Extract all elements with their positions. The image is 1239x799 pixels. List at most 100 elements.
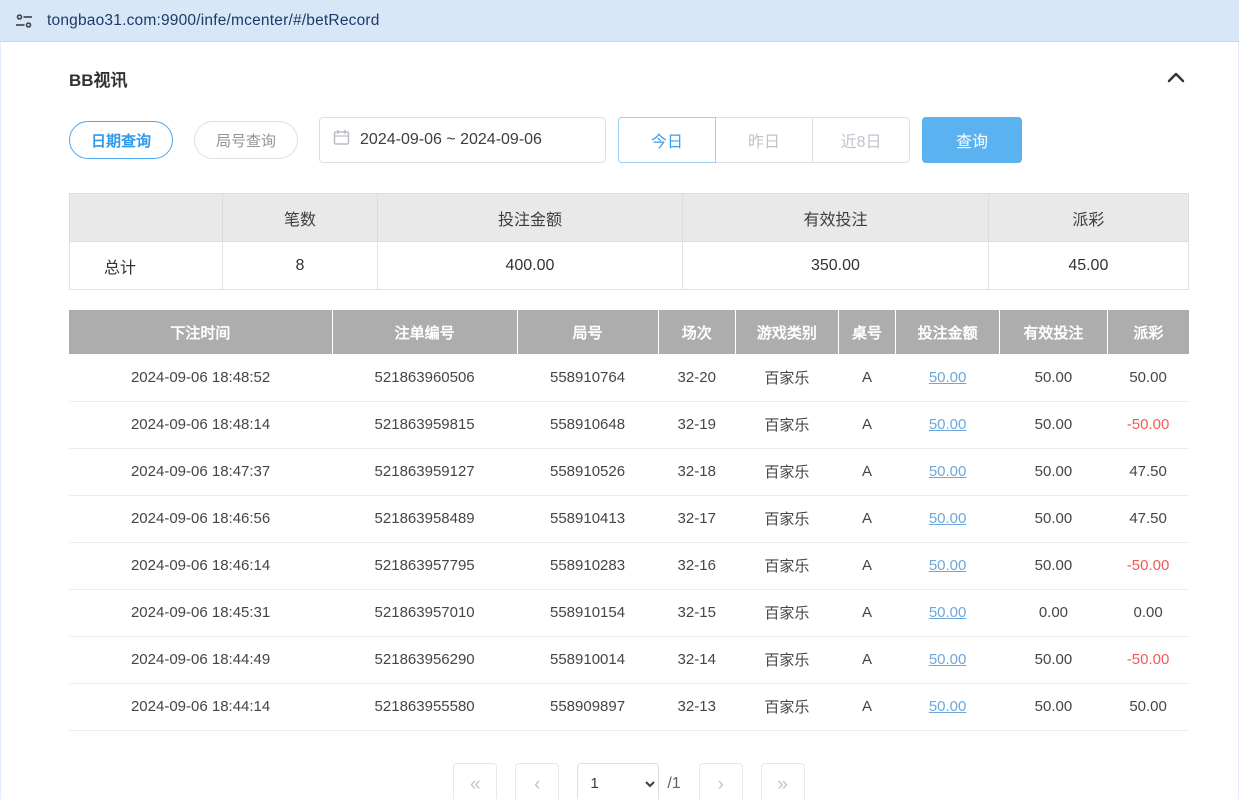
bet-table-header-cell: 局号 [517, 310, 658, 354]
first-page-button[interactable]: « [453, 763, 497, 799]
summary-total-row: 总计 8 400.00 350.00 45.00 [70, 242, 1189, 290]
yesterday-button[interactable]: 昨日 [715, 117, 813, 163]
bet-amount-link[interactable]: 50.00 [929, 510, 967, 527]
table-row: 2024-09-06 18:45:31521863957010558910154… [69, 589, 1189, 636]
payout-cell: 0.00 [1107, 589, 1189, 636]
session-cell: 32-17 [658, 495, 735, 542]
bet-table-header-row: 下注时间注单编号局号场次游戏类别桌号投注金额有效投注派彩 [69, 310, 1189, 354]
payout-cell: -50.00 [1107, 636, 1189, 683]
last-page-button[interactable]: » [761, 763, 805, 799]
bet-amount-link[interactable]: 50.00 [929, 604, 967, 621]
round-id-cell: 558910154 [517, 589, 658, 636]
round-id-cell: 558909897 [517, 683, 658, 730]
bet-time-cell: 2024-09-06 18:47:37 [69, 448, 332, 495]
bet-record-panel: BB视讯 日期查询 局号查询 2024-09-06 ~ 2024-09-06 [0, 42, 1239, 799]
bet-table-header-cell: 注单编号 [332, 310, 517, 354]
today-button[interactable]: 今日 [618, 117, 716, 163]
bet-table-header-cell: 游戏类别 [735, 310, 838, 354]
bet-table-header-cell: 有效投注 [1000, 310, 1108, 354]
valid-bet-cell: 50.00 [1000, 683, 1108, 730]
next-page-button[interactable]: › [699, 763, 743, 799]
panel-header: BB视讯 [69, 66, 1189, 91]
payout-cell: 50.00 [1107, 683, 1189, 730]
bet-amount-cell: 50.00 [896, 448, 1000, 495]
payout-cell: -50.00 [1107, 542, 1189, 589]
bet-amount-link[interactable]: 50.00 [929, 651, 967, 668]
bet-time-cell: 2024-09-06 18:48:52 [69, 354, 332, 401]
game-type-cell: 百家乐 [735, 495, 838, 542]
session-cell: 32-19 [658, 401, 735, 448]
game-type-cell: 百家乐 [735, 683, 838, 730]
date-range-picker[interactable]: 2024-09-06 ~ 2024-09-06 [319, 117, 606, 163]
round-id-cell: 558910764 [517, 354, 658, 401]
date-query-tab[interactable]: 日期查询 [69, 121, 173, 159]
last-8-days-button[interactable]: 近8日 [812, 117, 910, 163]
order-id-cell: 521863960506 [332, 354, 517, 401]
chevron-up-icon [1167, 71, 1185, 86]
round-id-cell: 558910413 [517, 495, 658, 542]
bet-amount-link[interactable]: 50.00 [929, 463, 967, 480]
collapse-panel-button[interactable] [1163, 67, 1189, 90]
session-cell: 32-18 [658, 448, 735, 495]
page-select-wrap: 1 /1 [577, 763, 680, 799]
game-type-cell: 百家乐 [735, 636, 838, 683]
bet-time-cell: 2024-09-06 18:48:14 [69, 401, 332, 448]
bet-amount-cell: 50.00 [896, 542, 1000, 589]
table-row: 2024-09-06 18:48:14521863959815558910648… [69, 401, 1189, 448]
bet-amount-cell: 50.00 [896, 495, 1000, 542]
table-id-cell: A [838, 495, 895, 542]
session-cell: 32-16 [658, 542, 735, 589]
total-bet-amount-cell: 400.00 [377, 242, 682, 290]
bet-time-cell: 2024-09-06 18:46:56 [69, 495, 332, 542]
game-type-cell: 百家乐 [735, 589, 838, 636]
bet-time-cell: 2024-09-06 18:44:49 [69, 636, 332, 683]
valid-bet-cell: 50.00 [1000, 401, 1108, 448]
game-type-cell: 百家乐 [735, 354, 838, 401]
bet-record-table: 下注时间注单编号局号场次游戏类别桌号投注金额有效投注派彩 2024-09-06 … [69, 310, 1189, 731]
summary-table: 笔数投注金额有效投注派彩 总计 8 400.00 350.00 45.00 [69, 193, 1189, 290]
page-title: BB视讯 [69, 66, 128, 91]
bet-table-header-cell: 桌号 [838, 310, 895, 354]
table-row: 2024-09-06 18:46:14521863957795558910283… [69, 542, 1189, 589]
valid-bet-cell: 50.00 [1000, 495, 1108, 542]
site-settings-icon[interactable] [14, 11, 34, 31]
payout-cell: 47.50 [1107, 448, 1189, 495]
bet-time-cell: 2024-09-06 18:45:31 [69, 589, 332, 636]
bet-table-header-cell: 投注金额 [896, 310, 1000, 354]
round-id-cell: 558910526 [517, 448, 658, 495]
total-pages-label: /1 [667, 775, 680, 793]
payout-cell: 50.00 [1107, 354, 1189, 401]
table-id-cell: A [838, 542, 895, 589]
bet-amount-link[interactable]: 50.00 [929, 698, 967, 715]
bet-amount-link[interactable]: 50.00 [929, 557, 967, 574]
summary-header-row: 笔数投注金额有效投注派彩 [70, 194, 1189, 242]
bet-table-header-cell: 场次 [658, 310, 735, 354]
valid-bet-cell: 0.00 [1000, 589, 1108, 636]
prev-page-button[interactable]: ‹ [515, 763, 559, 799]
quick-date-group: 今日 昨日 近8日 [618, 117, 910, 163]
bet-amount-cell: 50.00 [896, 683, 1000, 730]
valid-bet-cell: 50.00 [1000, 354, 1108, 401]
summary-header-cell: 有效投注 [683, 194, 988, 242]
date-range-value: 2024-09-06 ~ 2024-09-06 [360, 131, 542, 149]
bet-amount-cell: 50.00 [896, 401, 1000, 448]
order-id-cell: 521863959815 [332, 401, 517, 448]
bet-time-cell: 2024-09-06 18:46:14 [69, 542, 332, 589]
table-id-cell: A [838, 636, 895, 683]
bet-amount-cell: 50.00 [896, 589, 1000, 636]
bet-time-cell: 2024-09-06 18:44:14 [69, 683, 332, 730]
payout-cell: -50.00 [1107, 401, 1189, 448]
valid-bet-cell: 50.00 [1000, 448, 1108, 495]
search-button[interactable]: 查询 [922, 117, 1022, 163]
url-text[interactable]: tongbao31.com:9900/infe/mcenter/#/betRec… [47, 12, 380, 30]
game-type-cell: 百家乐 [735, 401, 838, 448]
page-select[interactable]: 1 [577, 763, 659, 799]
round-id-cell: 558910014 [517, 636, 658, 683]
total-label-cell: 总计 [70, 242, 223, 290]
total-count-cell: 8 [223, 242, 377, 290]
bet-amount-link[interactable]: 50.00 [929, 416, 967, 433]
bet-amount-link[interactable]: 50.00 [929, 369, 967, 386]
summary-header-cell: 派彩 [988, 194, 1188, 242]
round-query-tab[interactable]: 局号查询 [194, 121, 298, 159]
total-payout-cell: 45.00 [988, 242, 1188, 290]
